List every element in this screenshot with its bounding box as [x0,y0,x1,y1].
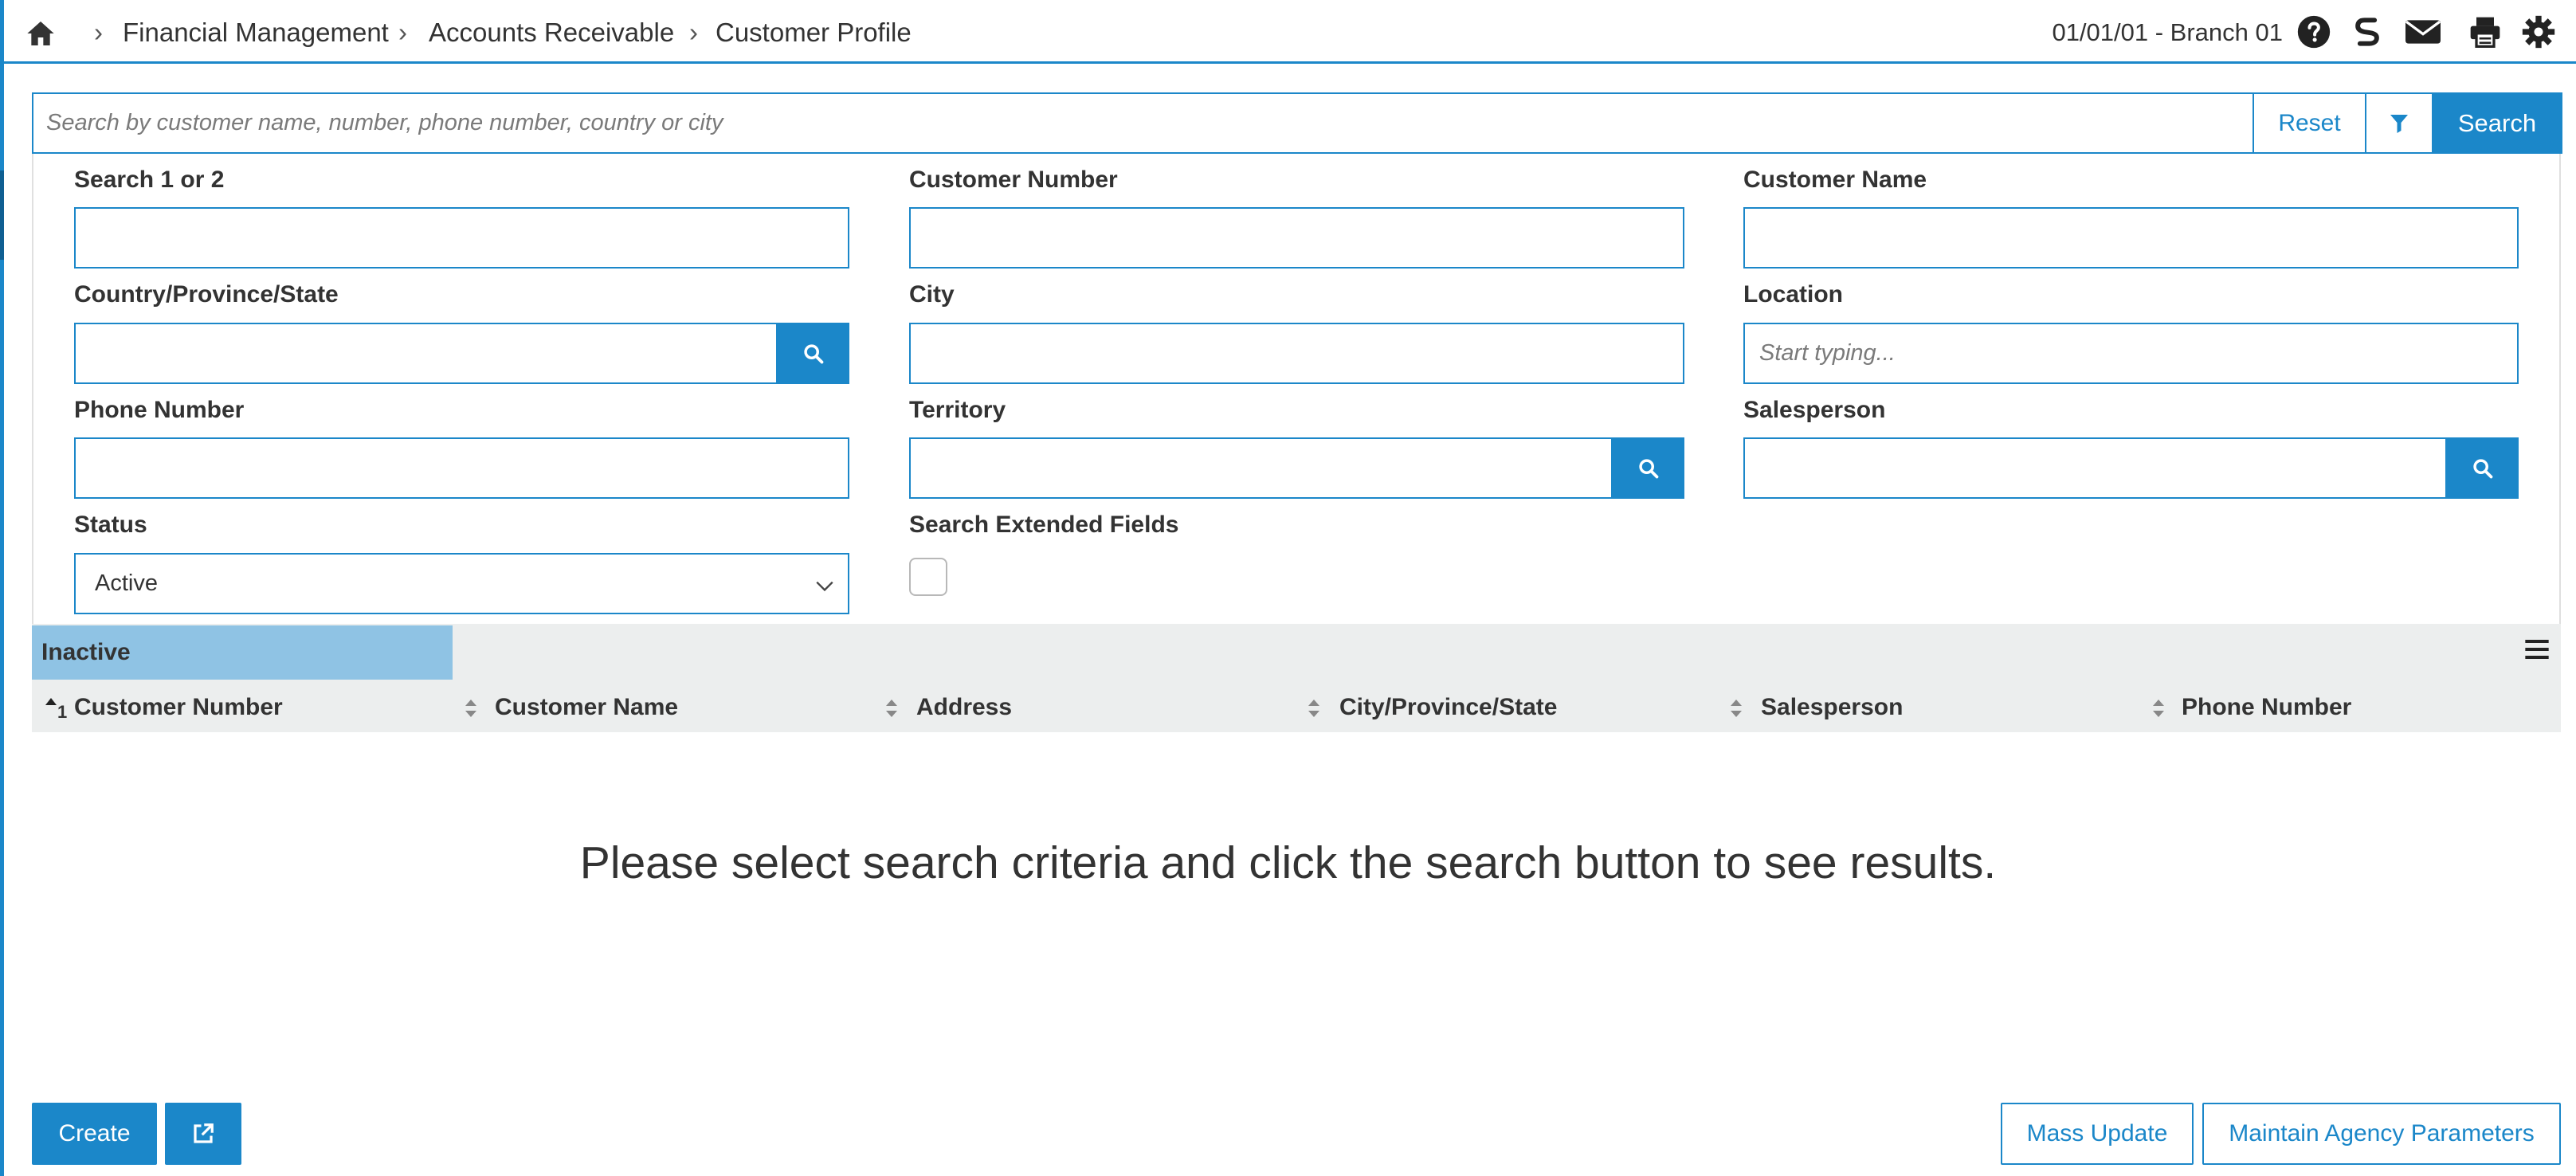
sort-icon [1731,700,1742,717]
top-bar: › Financial Management › Accounts Receiv… [4,0,2576,64]
column-header-phone-number[interactable]: Phone Number [2182,694,2351,721]
print-icon[interactable] [2468,14,2503,49]
breadcrumb-financial-management[interactable]: Financial Management [123,18,389,48]
customer-number-field[interactable] [909,207,1684,269]
customer-name-label: Customer Name [1743,167,1927,193]
sort-ascending-icon [45,698,57,705]
salesperson-lookup-button[interactable] [2447,437,2519,499]
tab-inactive[interactable]: Inactive [32,625,453,680]
breadcrumb-accounts-receivable[interactable]: Accounts Receivable [429,18,674,48]
breadcrumb-separator: › [94,18,103,47]
external-link-icon [194,1123,214,1143]
quick-search-bar: Reset Search [32,92,2562,154]
status-label: Status [74,512,147,538]
search-icon [804,343,824,363]
extended-fields-label: Search Extended Fields [909,512,1179,538]
salesperson-label: Salesperson [1743,397,1886,423]
sort-order-index: 1 [57,702,68,722]
gear-icon[interactable] [2521,14,2556,49]
breadcrumb-separator: › [398,18,407,47]
search-button[interactable]: Search [2432,92,2562,154]
country-field[interactable] [74,323,778,384]
customer-number-label: Customer Number [909,167,1118,193]
open-external-button[interactable] [165,1103,241,1165]
quick-search-input[interactable] [33,94,2253,152]
column-header-customer-number[interactable]: Customer Number [74,694,283,721]
country-label: Country/Province/State [74,281,339,308]
mail-icon[interactable] [2402,14,2444,49]
column-header-salesperson[interactable]: Salesperson [1761,694,1903,721]
location-field[interactable] [1743,323,2519,384]
territory-label: Territory [909,397,1006,423]
territory-field[interactable] [909,437,1613,499]
home-icon[interactable] [25,18,57,49]
column-menu-icon[interactable] [2524,637,2550,661]
search12-field[interactable] [74,207,849,269]
sort-icon [1308,700,1319,717]
status-select-value: Active [95,570,158,596]
help-icon[interactable] [2296,14,2331,49]
reset-button[interactable]: Reset [2253,94,2365,152]
branch-indicator[interactable]: 01/01/01 - Branch 01 [2052,18,2283,48]
city-field[interactable] [909,323,1684,384]
results-table-header: 1 Customer Number Customer Name Address … [32,680,2561,732]
column-header-address[interactable]: Address [916,694,1012,721]
column-header-customer-name[interactable]: Customer Name [495,694,678,721]
territory-lookup-button[interactable] [1613,437,1684,499]
sort-icon [2153,700,2164,717]
mass-update-button[interactable]: Mass Update [2001,1103,2194,1165]
customer-name-field[interactable] [1743,207,2519,269]
location-label: Location [1743,281,1843,308]
empty-results-message: Please select search criteria and click … [579,837,1997,888]
results-tab-strip: Inactive [32,624,2561,680]
status-select[interactable]: Active [74,553,849,614]
salesperson-field[interactable] [1743,437,2447,499]
left-edge-highlight [0,171,4,260]
city-label: City [909,281,955,308]
phone-field[interactable] [74,437,849,499]
sort-icon [465,700,476,717]
breadcrumb-separator: › [689,18,698,47]
search-icon [2473,458,2493,478]
search-icon [1639,458,1659,478]
sort-icon [886,700,897,717]
create-button[interactable]: Create [32,1103,157,1165]
s-logo-icon[interactable] [2350,14,2385,49]
filter-toggle-button[interactable] [2365,94,2432,152]
breadcrumb-customer-profile: Customer Profile [716,18,912,47]
search12-label: Search 1 or 2 [74,167,225,193]
country-lookup-button[interactable] [778,323,849,384]
column-header-city-province-state[interactable]: City/Province/State [1339,694,1557,721]
phone-label: Phone Number [74,397,245,423]
location-input[interactable] [1745,324,2517,382]
maintain-agency-parameters-button[interactable]: Maintain Agency Parameters [2202,1103,2561,1165]
extended-fields-checkbox[interactable] [909,558,947,596]
chevron-down-icon [816,581,833,592]
filter-icon [2390,114,2408,133]
